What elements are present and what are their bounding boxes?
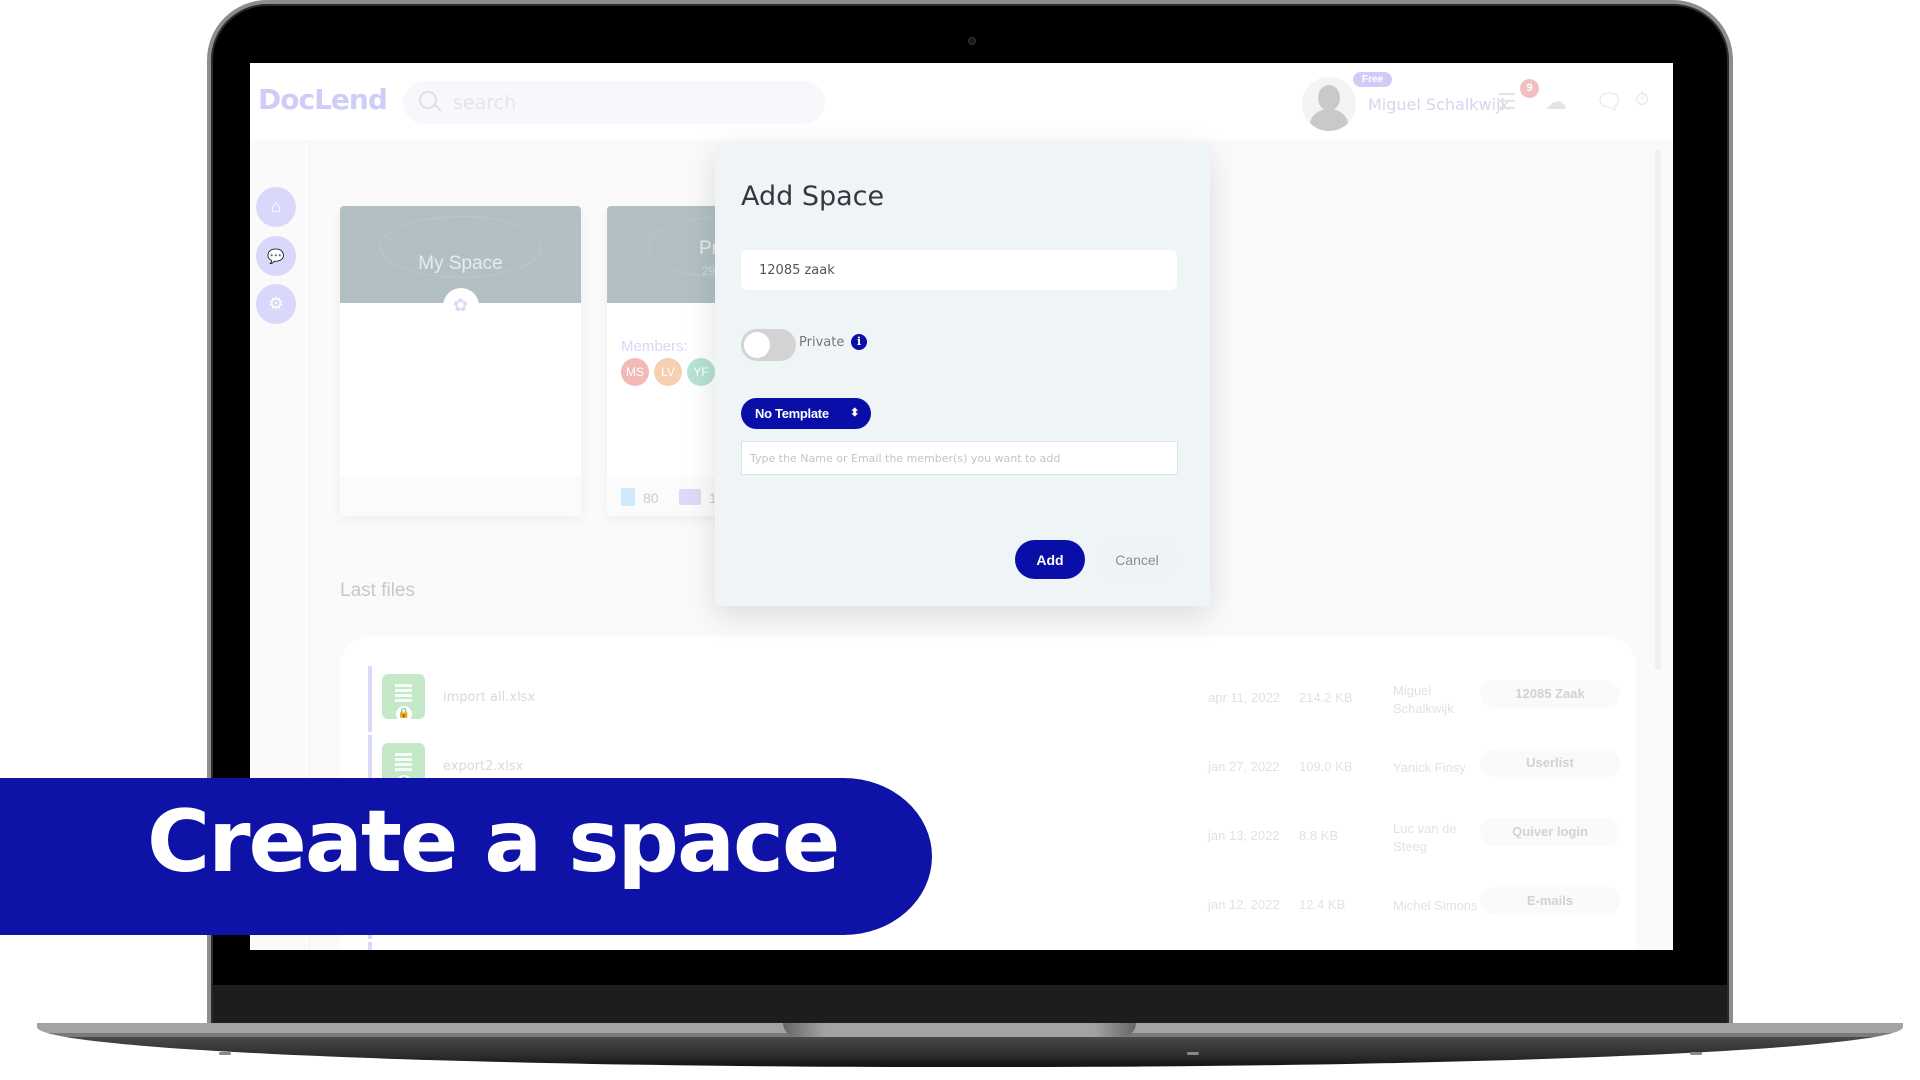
app-logo[interactable]: DocLend [258, 83, 388, 116]
lock-icon: 🔒 [396, 706, 412, 722]
toggle-knob [744, 332, 770, 358]
file-row[interactable] [368, 942, 1618, 950]
member-avatar[interactable]: YF [687, 358, 715, 386]
info-icon[interactable]: i [851, 334, 867, 350]
gear-icon: ⚙ [268, 294, 284, 313]
file-space-tag[interactable]: 12085 Zaak [1480, 680, 1620, 708]
laptop-foot [1690, 1052, 1702, 1055]
home-icon: ⌂ [270, 197, 282, 216]
file-row[interactable]: 🔒 import all.xlsx apr 11, 2022 214.2 KB … [368, 666, 1620, 732]
private-label: Private [799, 335, 845, 350]
search-bar[interactable] [403, 81, 825, 124]
sidebar-item-chat[interactable]: 💬 [256, 236, 296, 276]
space-card-my-space[interactable]: My Space ✿ [340, 206, 581, 516]
cloud-upload-icon[interactable]: ☁ [1545, 89, 1567, 115]
sidebar-item-settings[interactable]: ⚙ [256, 284, 296, 324]
file-size: 109.0 KB [1299, 759, 1353, 774]
add-space-dialog: Add Space Private i No Template ⬍ Add Ca… [715, 143, 1210, 606]
card-footer [340, 476, 581, 516]
last-files-heading: Last files [340, 580, 415, 601]
members-input[interactable] [741, 441, 1178, 475]
page-scrollbar[interactable] [1653, 140, 1663, 950]
chat-icon: 💬 [267, 248, 285, 264]
chat-icon[interactable]: 🗨 [1595, 89, 1623, 115]
plan-badge: Free [1353, 72, 1393, 87]
marketing-slide: DocLend Free Miguel Schalkwijk ⌄ ☰ 9 ☁ 🗨… [0, 0, 1920, 1080]
file-size: 8.8 KB [1299, 828, 1339, 843]
notification-count: 9 [1520, 79, 1539, 98]
caption-text: Create a space [147, 792, 840, 892]
file-owner: Miguel Schalkwijk [1393, 683, 1454, 716]
timer-icon[interactable]: ⏱ [1635, 89, 1649, 110]
webcam [968, 37, 976, 45]
folder-icon [679, 489, 701, 505]
members-label: Members: [621, 338, 688, 355]
file-space-tag[interactable]: E-mails [1480, 887, 1620, 915]
space-emblem-icon: ✿ [442, 288, 479, 324]
list-icon[interactable]: ☰ [1497, 89, 1517, 115]
file-date: jan 12, 2022 [1208, 897, 1280, 912]
file-date: apr 11, 2022 [1208, 690, 1281, 705]
space-name-input[interactable] [741, 250, 1177, 290]
file-name[interactable]: export2.xlsx [443, 759, 523, 774]
laptop-notch [783, 1023, 1136, 1037]
cancel-button[interactable]: Cancel [1097, 540, 1177, 579]
file-space-tag[interactable]: Userlist [1480, 749, 1620, 777]
file-count: 80 [621, 488, 659, 506]
template-value: No Template [755, 406, 829, 421]
laptop-foot [1187, 1052, 1199, 1055]
file-date: jan 13, 2022 [1208, 828, 1280, 843]
template-select[interactable]: No Template ⬍ [741, 398, 871, 429]
caption-banner: Create a space [0, 778, 932, 935]
file-date: jan 27, 2022 [1208, 759, 1280, 774]
member-avatar[interactable]: LV [654, 358, 682, 386]
search-icon [419, 91, 437, 109]
laptop-chin [213, 985, 1727, 1025]
dialog-title: Add Space [741, 181, 885, 212]
user-name[interactable]: Miguel Schalkwijk [1368, 95, 1510, 114]
private-toggle[interactable] [741, 329, 796, 361]
laptop-foot [219, 1052, 231, 1055]
file-owner: Luc van de Steeg [1393, 821, 1457, 854]
member-avatar[interactable]: MS [621, 358, 649, 386]
document-icon [621, 488, 635, 506]
add-button[interactable]: Add [1015, 540, 1085, 579]
file-space-tag[interactable]: Quiver login [1480, 818, 1620, 846]
scrollbar-thumb[interactable] [1655, 150, 1661, 670]
select-arrows-icon: ⬍ [850, 407, 859, 419]
file-size: 12.4 KB [1299, 897, 1346, 912]
sidebar-item-home[interactable]: ⌂ [256, 187, 296, 227]
search-input[interactable] [453, 89, 793, 117]
user-avatar[interactable] [1302, 77, 1356, 131]
file-name[interactable]: import all.xlsx [443, 690, 535, 705]
file-size: 214.2 KB [1299, 690, 1353, 705]
space-title: My Space [418, 253, 503, 274]
top-bar: DocLend Free Miguel Schalkwijk ⌄ ☰ 9 ☁ 🗨… [250, 63, 1673, 140]
